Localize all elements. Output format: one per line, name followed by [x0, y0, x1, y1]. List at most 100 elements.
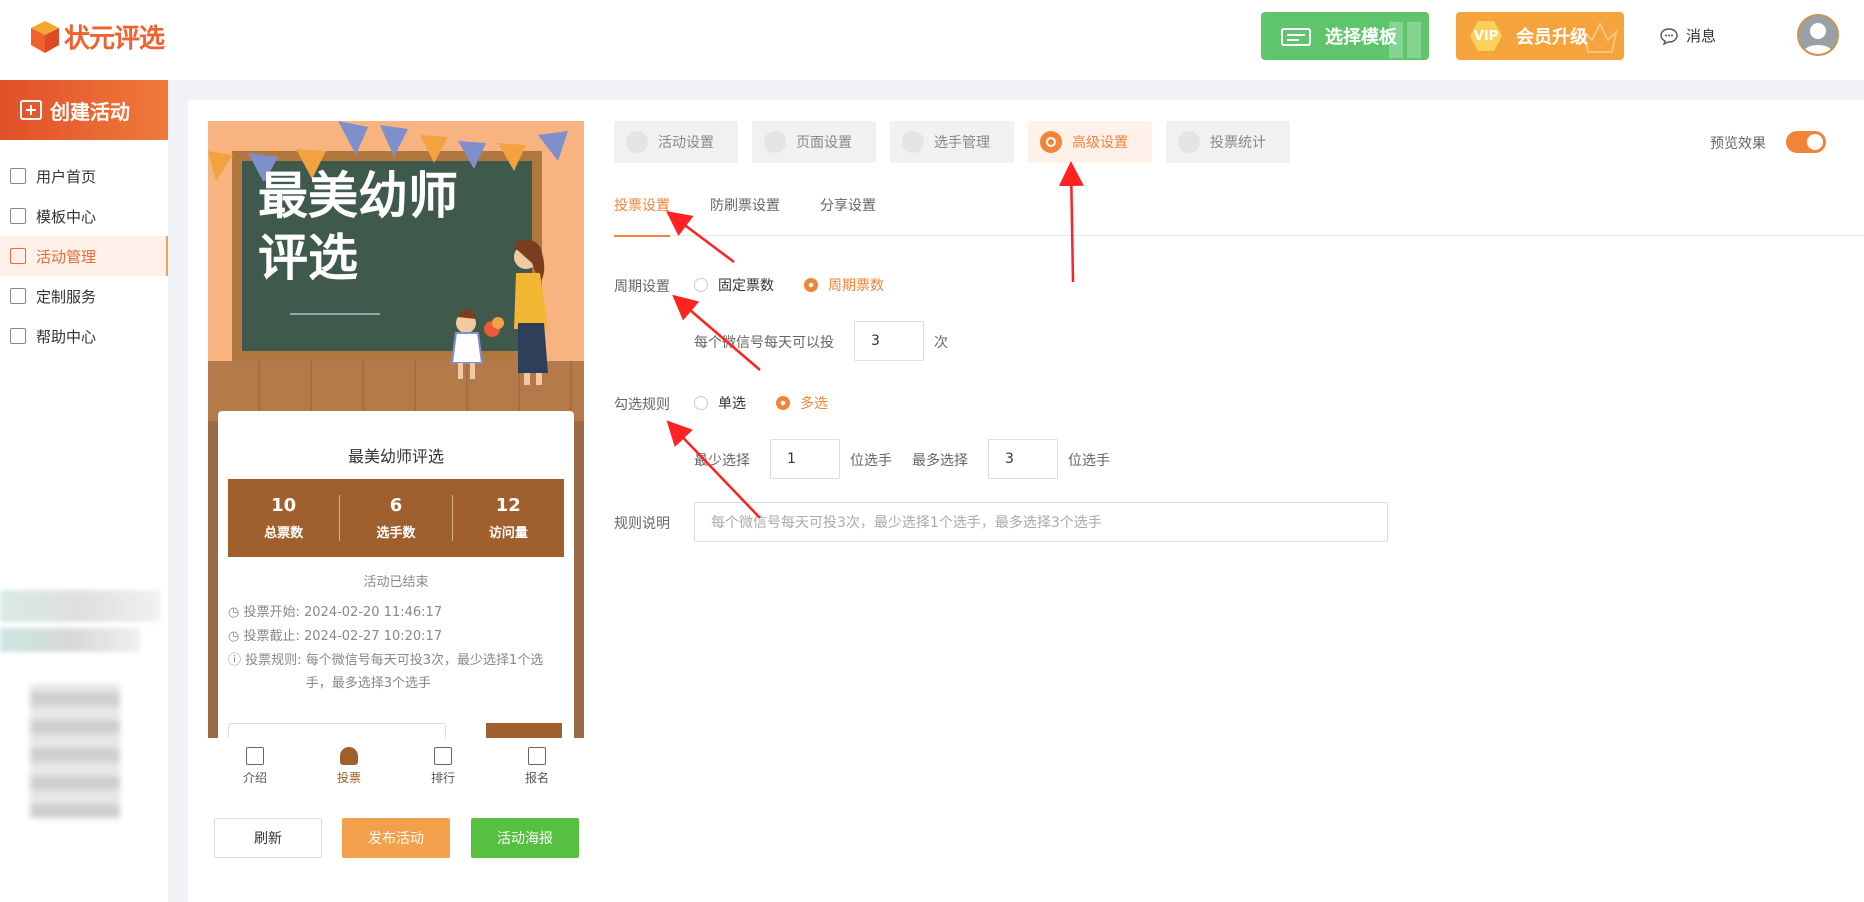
- sidebar-item-templates[interactable]: 模板中心: [0, 196, 168, 236]
- tab-label: 排行: [430, 770, 455, 785]
- radio-label: 周期票数: [828, 278, 884, 294]
- sidebar-item-help[interactable]: 帮助中心: [0, 316, 168, 356]
- radio-label: 多选: [800, 396, 828, 412]
- vip-upgrade-button[interactable]: VIP 会员升级: [1456, 12, 1624, 60]
- ranking-icon: [434, 746, 452, 765]
- banner-title: 最美幼师 评选: [258, 165, 458, 289]
- blurred-qr-code: [30, 684, 120, 818]
- stat-label: 选手数: [376, 526, 416, 541]
- min-select-input[interactable]: 1: [770, 439, 840, 479]
- contestants-icon: [902, 131, 924, 153]
- vote-rule-value: 每个微信号每天可投3次，最少选择1个选手，最多选择3个选手: [305, 653, 544, 691]
- subtab-anti-fraud[interactable]: 防刷票设置: [710, 196, 780, 236]
- radio-circle: [804, 278, 818, 292]
- tab-page-settings[interactable]: 页面设置: [752, 121, 876, 163]
- custom-icon: [10, 288, 26, 304]
- chat-bubble-icon: [1660, 27, 1678, 45]
- sidebar-item-activity-management[interactable]: 活动管理: [0, 236, 168, 276]
- rule-description-input[interactable]: 每个微信号每天可投3次，最少选择1个选手，最多选择3个选手: [694, 502, 1388, 542]
- tab-intro[interactable]: 介绍: [208, 738, 302, 794]
- tab-label: 介绍: [242, 770, 267, 785]
- search-box[interactable]: [228, 723, 446, 739]
- tab-advanced-settings[interactable]: 高级设置: [1028, 121, 1152, 163]
- crown-icon: [1582, 21, 1618, 53]
- preview-toggle-label: 预览效果: [1710, 136, 1766, 152]
- radio-fixed-votes[interactable]: 固定票数: [694, 275, 774, 295]
- clock-icon: ◷: [228, 605, 240, 620]
- tab-vote-statistics[interactable]: 投票统计: [1166, 121, 1290, 163]
- tab-signup[interactable]: 报名: [490, 738, 584, 794]
- teacher-child-illustration: [450, 239, 548, 385]
- phone-preview: 最美幼师 评选 最美幼师评选 10 总票数 6 选手数 12 访问量 活动已结束…: [208, 121, 584, 739]
- logo-cube-icon: [31, 20, 59, 53]
- help-icon: [10, 328, 26, 344]
- activity-card: 最美幼师评选 10 总票数 6 选手数 12 访问量 活动已结束 ◷ 投票开始:…: [218, 411, 574, 739]
- max-select-unit: 位选手: [1068, 453, 1110, 469]
- per-day-unit: 次: [934, 335, 948, 351]
- intro-icon: [246, 746, 264, 765]
- sidebar-item-label: 模板中心: [36, 207, 97, 226]
- tab-activity-settings[interactable]: 活动设置: [614, 121, 738, 163]
- stat-total-votes: 10 总票数: [228, 495, 341, 541]
- max-select-input[interactable]: 3: [988, 439, 1058, 479]
- radio-circle: [694, 396, 708, 410]
- tab-ranking[interactable]: 排行: [396, 738, 490, 794]
- per-day-input[interactable]: 3: [854, 321, 924, 361]
- messages-link[interactable]: 消息: [1660, 25, 1716, 46]
- card-title: 最美幼师评选: [347, 447, 444, 466]
- subtab-share-settings[interactable]: 分享设置: [820, 196, 876, 236]
- radio-multiple[interactable]: 多选: [776, 393, 828, 413]
- min-select-label: 最少选择: [694, 453, 750, 469]
- radio-circle: [776, 396, 790, 410]
- clock-icon: ◷: [228, 629, 240, 644]
- messages-label: 消息: [1686, 27, 1717, 45]
- refresh-button[interactable]: 刷新: [214, 818, 322, 858]
- tab-label: 选手管理: [934, 135, 990, 151]
- select-rule-label: 勾选规则: [614, 397, 670, 413]
- activity-poster-button[interactable]: 活动海报: [471, 818, 579, 858]
- rule-description-label: 规则说明: [614, 516, 670, 532]
- radio-single[interactable]: 单选: [694, 393, 746, 413]
- plus-square-icon: [20, 100, 42, 120]
- sidebar-item-label: 定制服务: [36, 287, 97, 306]
- stat-value: 6: [389, 495, 403, 516]
- tab-label: 活动设置: [658, 135, 714, 151]
- subtab-vote-settings[interactable]: 投票设置: [614, 196, 670, 237]
- search-button[interactable]: [486, 723, 562, 739]
- tab-label: 投票: [336, 770, 361, 785]
- publish-activity-button[interactable]: 发布活动: [342, 818, 450, 858]
- select-template-button[interactable]: 选择模板: [1261, 12, 1429, 60]
- vip-badge-icon: VIP: [1470, 21, 1502, 51]
- blurred-content: [0, 628, 140, 652]
- sidebar-item-home[interactable]: 用户首页: [0, 156, 168, 196]
- radio-label: 固定票数: [718, 278, 774, 294]
- sidebar-item-label: 用户首页: [36, 167, 97, 186]
- vote-start-label: 投票开始:: [243, 605, 300, 620]
- statistics-icon: [1178, 131, 1200, 153]
- sidebar-item-label: 帮助中心: [36, 327, 97, 346]
- user-avatar-icon: [1803, 23, 1833, 54]
- phone-bottom-tabs: 介绍 投票 排行 报名: [208, 738, 584, 794]
- stat-contestants: 6 选手数: [340, 495, 453, 541]
- create-activity-button[interactable]: 创建活动: [0, 80, 168, 140]
- stat-value: 10: [271, 495, 297, 516]
- blurred-content: [0, 590, 160, 622]
- page-settings-icon: [764, 131, 786, 153]
- vote-end-value: 2024-02-27 10:20:17: [304, 629, 443, 644]
- home-icon: [10, 168, 26, 184]
- tab-vote[interactable]: 投票: [302, 738, 396, 794]
- tab-contestant-management[interactable]: 选手管理: [890, 121, 1014, 163]
- avatar[interactable]: [1797, 14, 1839, 56]
- signup-icon: [528, 746, 546, 765]
- vote-rule-label: 投票规则:: [245, 653, 302, 668]
- sidebar-item-label: 活动管理: [36, 247, 97, 266]
- logo[interactable]: 状元评选: [30, 18, 165, 55]
- person-icon: [340, 746, 358, 765]
- stat-visits: 12 访问量: [453, 495, 564, 541]
- radio-cycle-votes[interactable]: 周期票数: [804, 275, 884, 295]
- settings-tabs: 活动设置 页面设置 选手管理 高级设置 投票统计: [614, 121, 1304, 163]
- preview-toggle[interactable]: [1786, 131, 1826, 153]
- per-day-label: 每个微信号每天可以投: [694, 335, 834, 351]
- template-icon: [10, 208, 26, 224]
- sidebar-item-custom-service[interactable]: 定制服务: [0, 276, 168, 316]
